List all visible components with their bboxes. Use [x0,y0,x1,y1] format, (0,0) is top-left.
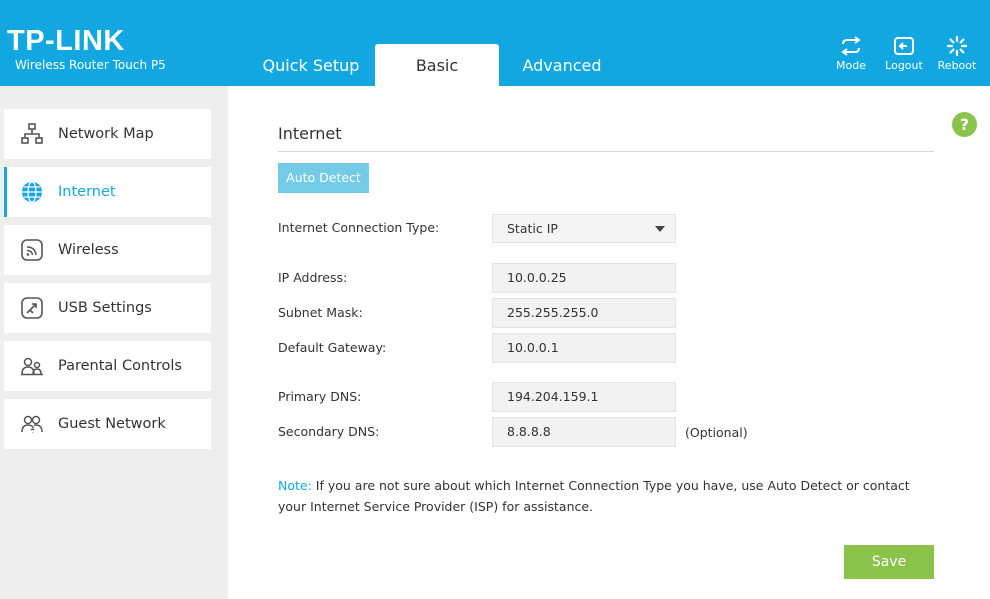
optional-hint: (Optional) [685,425,748,440]
sidebar-item-label: Internet [58,184,116,200]
tp-link-logo: TP-LINK [7,25,125,57]
sidebar-item-internet[interactable]: Internet [4,167,211,217]
default-gateway-field[interactable]: 10.0.0.1 [492,333,676,363]
top-header: TP-LINK Wireless Router Touch P5 Quick S… [0,0,990,86]
logout-button[interactable]: Logout [880,36,928,72]
logout-icon [894,37,914,55]
reboot-button[interactable]: Reboot [933,36,981,72]
sidebar-item-usb-settings[interactable]: USB Settings [4,283,211,333]
sidebar-item-label: Guest Network [58,416,166,432]
reboot-label: Reboot [937,59,977,72]
connection-type-select[interactable]: Static IP [492,214,676,243]
auto-detect-button[interactable]: Auto Detect [278,163,369,193]
page-title: Internet [278,124,342,143]
secondary-dns-label: Secondary DNS: [278,424,380,439]
help-icon[interactable]: ? [952,112,977,137]
save-button[interactable]: Save [844,545,934,579]
secondary-dns-field[interactable]: 8.8.8.8 [492,417,676,447]
subnet-mask-field[interactable]: 255.255.255.0 [492,298,676,328]
primary-dns-label: Primary DNS: [278,389,362,404]
ip-address-label: IP Address: [278,270,348,285]
logout-label: Logout [885,59,923,72]
note-text: Note: If you are not sure about which In… [278,475,928,517]
primary-dns-field[interactable]: 194.204.159.1 [492,382,676,412]
usb-icon [21,297,43,319]
sidebar: Network Map Internet Wireless USB Settin… [0,86,228,599]
ip-address-field[interactable]: 10.0.0.25 [492,263,676,293]
sidebar-item-label: Wireless [58,242,119,258]
tab-quick-setup[interactable]: Quick Setup [249,44,373,86]
title-divider [278,151,934,152]
connection-type-label: Internet Connection Type: [278,220,440,235]
wireless-icon [21,239,43,261]
network-map-icon [21,123,43,144]
mode-label: Mode [836,59,866,72]
router-model-name: Wireless Router Touch P5 [15,58,166,72]
default-gateway-label: Default Gateway: [278,340,387,355]
sidebar-item-wireless[interactable]: Wireless [4,225,211,275]
sidebar-item-label: Network Map [58,126,154,142]
sidebar-item-network-map[interactable]: Network Map [4,109,211,159]
tab-advanced[interactable]: Advanced [500,44,624,86]
mode-icon [841,36,861,56]
guest-network-icon [21,415,43,433]
connection-type-value: Static IP [507,221,558,236]
reboot-icon [946,36,968,56]
sidebar-item-label: Parental Controls [58,358,182,374]
sidebar-item-guest-network[interactable]: Guest Network [4,399,211,449]
chevron-down-icon [655,226,665,232]
sidebar-item-parental-controls[interactable]: Parental Controls [4,341,211,391]
note-label: Note: [278,478,312,493]
note-body: If you are not sure about which Internet… [278,478,910,514]
sidebar-item-label: USB Settings [58,300,152,316]
subnet-mask-label: Subnet Mask: [278,305,363,320]
parental-controls-icon [21,357,43,376]
mode-button[interactable]: Mode [827,36,875,72]
globe-icon [22,181,42,203]
tab-basic[interactable]: Basic [375,44,499,86]
